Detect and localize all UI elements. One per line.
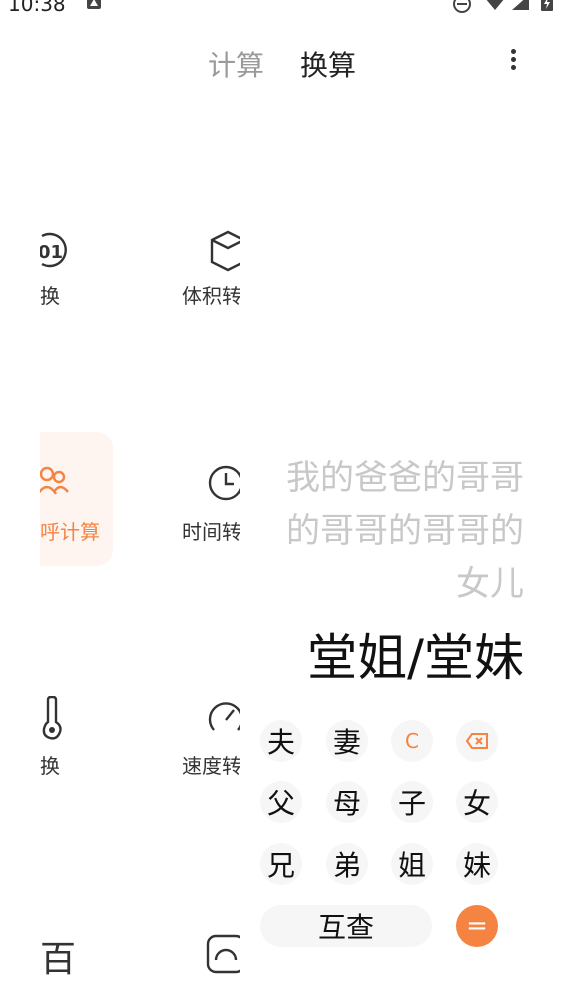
key-mother[interactable]: 母 [326,781,368,823]
key-husband[interactable]: 夫 [260,720,302,762]
relatives-icon [40,466,69,495]
hundred-icon: 百 [40,939,77,980]
converter-item-gauge[interactable] [182,930,240,986]
converter-item-label: 速度转换 [182,754,240,778]
clock-icon [208,465,240,501]
mutual-check-button[interactable]: 互查 [260,905,432,947]
gauge-icon [206,934,240,974]
relatives-calculator: 我的爸爸的哥哥的哥哥的哥哥的女儿 堂姐/堂妹 夫 妻 C 父 母 子 女 兄 弟… [250,440,540,980]
converter-item-volume[interactable]: 体积转换 [182,228,240,318]
result-display: 堂姐/堂妹 [307,629,524,687]
key-father[interactable]: 父 [260,781,302,823]
clear-button[interactable]: C [391,720,433,762]
converter-item-base[interactable]: 01 进制转换 [40,228,100,318]
number-system-icon: 01 [40,232,67,268]
converter-item-label: 温度转换 [40,754,60,778]
key-son[interactable]: 子 [391,781,433,823]
volume-icon [210,230,240,272]
converter-list: 01 进制转换 体积转换 亲戚称呼计算 时间转换 温 [40,0,240,986]
battery-icon [541,0,553,11]
key-daughter[interactable]: 女 [456,781,498,823]
converter-item-label: 亲戚称呼计算 [40,520,100,544]
more-options-icon[interactable] [505,46,521,76]
do-not-disturb-icon [453,0,471,13]
thermometer-icon [42,696,62,740]
key-younger-brother[interactable]: 弟 [326,843,368,885]
signal-icon [512,0,529,10]
key-younger-sister[interactable]: 妹 [456,843,498,885]
key-wife[interactable]: 妻 [326,720,368,762]
expression-display: 我的爸爸的哥哥的哥哥的哥哥的女儿 [286,458,524,604]
svg-text:01: 01 [40,242,63,263]
converter-item-speed[interactable]: 速度转换 [182,696,240,786]
converter-item-label: 进制转换 [40,284,60,308]
equals-button[interactable]: = [456,905,498,947]
backspace-button[interactable] [456,720,498,762]
converter-item-label: 体积转换 [182,284,240,308]
converter-item-hundred[interactable]: 百 [40,930,100,986]
converter-item-relatives[interactable]: 亲戚称呼计算 [40,432,113,566]
tab-convert[interactable]: 换算 [300,44,356,84]
converter-item-time[interactable]: 时间转换 [182,462,240,552]
wifi-icon [486,0,504,10]
key-elder-sister[interactable]: 姐 [391,843,433,885]
converter-item-label: 时间转换 [182,520,240,544]
backspace-icon [466,733,488,749]
speedometer-icon [208,702,240,731]
key-elder-brother[interactable]: 兄 [260,843,302,885]
converter-item-temperature[interactable]: 温度转换 [40,696,100,786]
